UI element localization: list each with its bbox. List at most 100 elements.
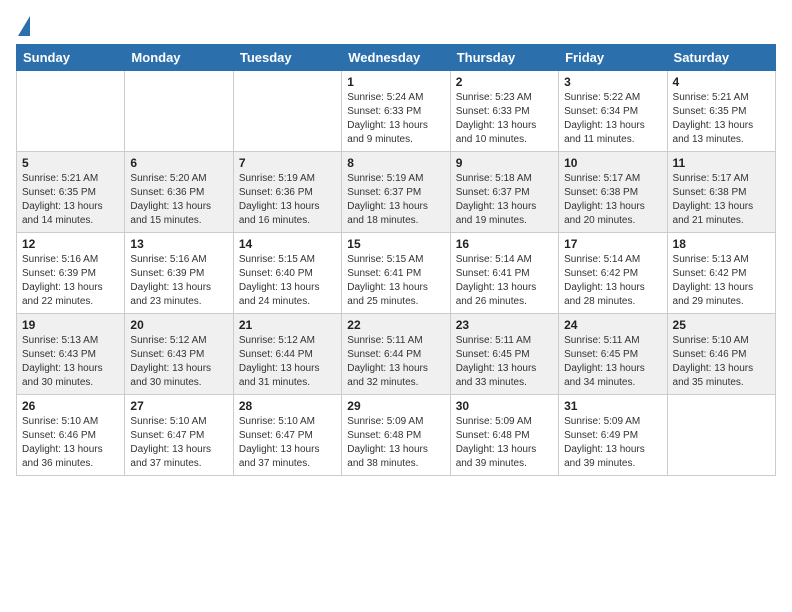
calendar-cell: 10 Sunrise: 5:17 AM Sunset: 6:38 PM Dayli…: [559, 152, 667, 233]
calendar-cell: 25 Sunrise: 5:10 AM Sunset: 6:46 PM Dayli…: [667, 314, 775, 395]
day-number: 27: [130, 399, 227, 413]
week-row-3: 12 Sunrise: 5:16 AM Sunset: 6:39 PM Dayli…: [17, 233, 776, 314]
calendar-cell: 22Sunrise: 5:11 AM Sunset: 6:44 PM Dayli…: [342, 314, 450, 395]
week-row-4: 19 Sunrise: 5:13 AM Sunset: 6:43 PM Dayli…: [17, 314, 776, 395]
day-info: Sunrise: 5:17 AM Sunset: 6:38 PM Dayligh…: [673, 172, 770, 228]
calendar-cell: 26 Sunrise: 5:10 AM Sunset: 6:46 PM Dayli…: [17, 395, 125, 476]
day-number: 23: [456, 318, 553, 332]
day-number: 5: [22, 156, 119, 170]
day-info: Sunrise: 5:18 AM Sunset: 6:37 PM Dayligh…: [456, 172, 553, 228]
day-info: Sunrise: 5:15 AM Sunset: 6:40 PM Dayligh…: [239, 253, 336, 309]
weekday-header-tuesday: Tuesday: [233, 45, 341, 71]
day-info: Sunrise: 5:12 AM Sunset: 6:44 PM Dayligh…: [239, 334, 336, 390]
calendar-cell: 7 Sunrise: 5:19 AM Sunset: 6:36 PM Daylig…: [233, 152, 341, 233]
calendar-cell: 24 Sunrise: 5:11 AM Sunset: 6:45 PM Dayli…: [559, 314, 667, 395]
day-info: Sunrise: 5:10 AM Sunset: 6:46 PM Dayligh…: [22, 415, 119, 471]
calendar-cell: 28 Sunrise: 5:10 AM Sunset: 6:47 PM Dayli…: [233, 395, 341, 476]
day-info: Sunrise: 5:09 AM Sunset: 6:48 PM Dayligh…: [456, 415, 553, 471]
day-info: Sunrise: 5:10 AM Sunset: 6:47 PM Dayligh…: [239, 415, 336, 471]
weekday-header-row: SundayMondayTuesdayWednesdayThursdayFrid…: [17, 45, 776, 71]
calendar-cell: 29Sunrise: 5:09 AM Sunset: 6:48 PM Dayli…: [342, 395, 450, 476]
calendar-cell: 13 Sunrise: 5:16 AM Sunset: 6:39 PM Dayli…: [125, 233, 233, 314]
day-number: 12: [22, 237, 119, 251]
calendar-cell: 17 Sunrise: 5:14 AM Sunset: 6:42 PM Dayli…: [559, 233, 667, 314]
day-info: Sunrise: 5:15 AM Sunset: 6:41 PM Dayligh…: [347, 253, 444, 309]
day-number: 30: [456, 399, 553, 413]
calendar-cell: 1Sunrise: 5:24 AM Sunset: 6:33 PM Daylig…: [342, 71, 450, 152]
day-info: Sunrise: 5:22 AM Sunset: 6:34 PM Dayligh…: [564, 91, 661, 147]
day-info: Sunrise: 5:24 AM Sunset: 6:33 PM Dayligh…: [347, 91, 444, 147]
day-number: 6: [130, 156, 227, 170]
calendar-cell: 20 Sunrise: 5:12 AM Sunset: 6:43 PM Dayli…: [125, 314, 233, 395]
day-info: Sunrise: 5:13 AM Sunset: 6:42 PM Dayligh…: [673, 253, 770, 309]
day-number: 8: [347, 156, 444, 170]
day-number: 16: [456, 237, 553, 251]
calendar-cell: 19 Sunrise: 5:13 AM Sunset: 6:43 PM Dayli…: [17, 314, 125, 395]
day-number: 4: [673, 75, 770, 89]
calendar-cell: 21 Sunrise: 5:12 AM Sunset: 6:44 PM Dayli…: [233, 314, 341, 395]
day-number: 31: [564, 399, 661, 413]
calendar-cell: [667, 395, 775, 476]
week-row-2: 5 Sunrise: 5:21 AM Sunset: 6:35 PM Daylig…: [17, 152, 776, 233]
day-info: Sunrise: 5:11 AM Sunset: 6:45 PM Dayligh…: [456, 334, 553, 390]
day-info: Sunrise: 5:21 AM Sunset: 6:35 PM Dayligh…: [22, 172, 119, 228]
day-info: Sunrise: 5:11 AM Sunset: 6:45 PM Dayligh…: [564, 334, 661, 390]
calendar-cell: 15Sunrise: 5:15 AM Sunset: 6:41 PM Dayli…: [342, 233, 450, 314]
day-info: Sunrise: 5:16 AM Sunset: 6:39 PM Dayligh…: [22, 253, 119, 309]
day-info: Sunrise: 5:10 AM Sunset: 6:46 PM Dayligh…: [673, 334, 770, 390]
day-info: Sunrise: 5:14 AM Sunset: 6:41 PM Dayligh…: [456, 253, 553, 309]
day-number: 13: [130, 237, 227, 251]
day-info: Sunrise: 5:21 AM Sunset: 6:35 PM Dayligh…: [673, 91, 770, 147]
weekday-header-thursday: Thursday: [450, 45, 558, 71]
day-number: 2: [456, 75, 553, 89]
day-number: 25: [673, 318, 770, 332]
calendar-cell: 4 Sunrise: 5:21 AM Sunset: 6:35 PM Daylig…: [667, 71, 775, 152]
day-number: 9: [456, 156, 553, 170]
weekday-header-saturday: Saturday: [667, 45, 775, 71]
day-info: Sunrise: 5:23 AM Sunset: 6:33 PM Dayligh…: [456, 91, 553, 147]
day-info: Sunrise: 5:17 AM Sunset: 6:38 PM Dayligh…: [564, 172, 661, 228]
logo: [16, 16, 30, 36]
day-number: 20: [130, 318, 227, 332]
calendar-cell: 18 Sunrise: 5:13 AM Sunset: 6:42 PM Dayli…: [667, 233, 775, 314]
calendar-cell: [233, 71, 341, 152]
day-info: Sunrise: 5:13 AM Sunset: 6:43 PM Dayligh…: [22, 334, 119, 390]
weekday-header-friday: Friday: [559, 45, 667, 71]
day-info: Sunrise: 5:16 AM Sunset: 6:39 PM Dayligh…: [130, 253, 227, 309]
day-info: Sunrise: 5:19 AM Sunset: 6:37 PM Dayligh…: [347, 172, 444, 228]
day-number: 17: [564, 237, 661, 251]
day-number: 18: [673, 237, 770, 251]
day-number: 14: [239, 237, 336, 251]
day-info: Sunrise: 5:14 AM Sunset: 6:42 PM Dayligh…: [564, 253, 661, 309]
calendar-cell: 30 Sunrise: 5:09 AM Sunset: 6:48 PM Dayli…: [450, 395, 558, 476]
calendar-cell: 14 Sunrise: 5:15 AM Sunset: 6:40 PM Dayli…: [233, 233, 341, 314]
calendar-cell: 12 Sunrise: 5:16 AM Sunset: 6:39 PM Dayli…: [17, 233, 125, 314]
calendar-cell: 27 Sunrise: 5:10 AM Sunset: 6:47 PM Dayli…: [125, 395, 233, 476]
day-number: 26: [22, 399, 119, 413]
calendar-cell: [17, 71, 125, 152]
day-number: 7: [239, 156, 336, 170]
day-info: Sunrise: 5:10 AM Sunset: 6:47 PM Dayligh…: [130, 415, 227, 471]
calendar-table: SundayMondayTuesdayWednesdayThursdayFrid…: [16, 44, 776, 476]
calendar-cell: 3Sunrise: 5:22 AM Sunset: 6:34 PM Daylig…: [559, 71, 667, 152]
day-number: 28: [239, 399, 336, 413]
day-info: Sunrise: 5:09 AM Sunset: 6:49 PM Dayligh…: [564, 415, 661, 471]
calendar-cell: 2 Sunrise: 5:23 AM Sunset: 6:33 PM Daylig…: [450, 71, 558, 152]
day-number: 19: [22, 318, 119, 332]
day-number: 24: [564, 318, 661, 332]
day-number: 10: [564, 156, 661, 170]
day-info: Sunrise: 5:12 AM Sunset: 6:43 PM Dayligh…: [130, 334, 227, 390]
day-number: 29: [347, 399, 444, 413]
weekday-header-monday: Monday: [125, 45, 233, 71]
week-row-1: 1Sunrise: 5:24 AM Sunset: 6:33 PM Daylig…: [17, 71, 776, 152]
calendar-cell: [125, 71, 233, 152]
day-info: Sunrise: 5:20 AM Sunset: 6:36 PM Dayligh…: [130, 172, 227, 228]
calendar-cell: 9 Sunrise: 5:18 AM Sunset: 6:37 PM Daylig…: [450, 152, 558, 233]
day-number: 21: [239, 318, 336, 332]
day-info: Sunrise: 5:19 AM Sunset: 6:36 PM Dayligh…: [239, 172, 336, 228]
page-header: [16, 16, 776, 36]
calendar-cell: 8 Sunrise: 5:19 AM Sunset: 6:37 PM Daylig…: [342, 152, 450, 233]
weekday-header-wednesday: Wednesday: [342, 45, 450, 71]
day-number: 11: [673, 156, 770, 170]
week-row-5: 26 Sunrise: 5:10 AM Sunset: 6:46 PM Dayli…: [17, 395, 776, 476]
